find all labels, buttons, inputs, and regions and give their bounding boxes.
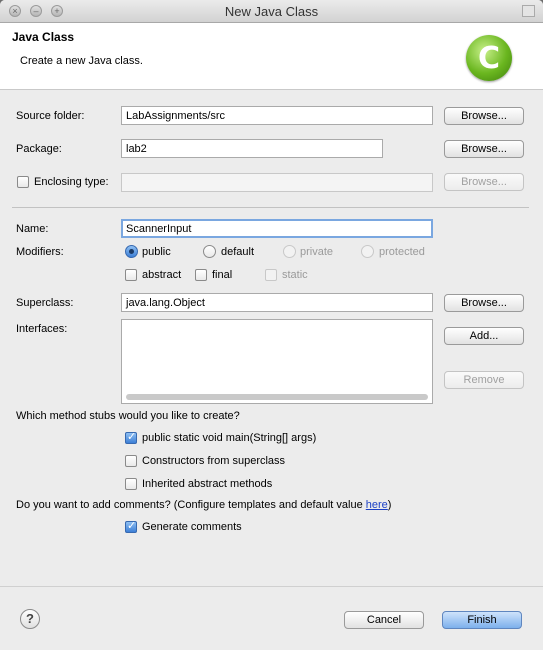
page-title: Java Class: [12, 30, 75, 44]
protected-radio[interactable]: [361, 245, 374, 258]
inherited-methods-checkbox[interactable]: [125, 478, 137, 490]
wizard-header: Java Class Create a new Java class. C: [0, 23, 543, 90]
title-bar: × – + New Java Class: [0, 0, 543, 23]
generate-comments-label: Generate comments: [142, 521, 242, 533]
source-folder-label: Source folder:: [16, 110, 85, 122]
package-label: Package:: [16, 143, 62, 155]
help-icon[interactable]: ?: [20, 609, 40, 629]
fullscreen-icon[interactable]: [522, 5, 535, 17]
method-stubs-question: Which method stubs would you like to cre…: [16, 410, 240, 422]
comments-question: Do you want to add comments? (Configure …: [16, 499, 392, 511]
interfaces-list[interactable]: [121, 319, 433, 404]
final-checkbox-label: final: [212, 269, 233, 281]
main-method-label: public static void main(String[] args): [142, 432, 317, 444]
abstract-checkbox[interactable]: [125, 269, 137, 281]
footer-separator: [0, 586, 543, 587]
inherited-methods-label: Inherited abstract methods: [142, 478, 273, 490]
separator: [12, 207, 529, 208]
interfaces-horizontal-scrollbar[interactable]: [126, 394, 428, 400]
public-radio[interactable]: [125, 245, 138, 258]
finish-button[interactable]: Finish: [442, 611, 522, 629]
private-radio[interactable]: [283, 245, 296, 258]
superclass-label: Superclass:: [16, 297, 74, 309]
modifiers-label: Modifiers:: [16, 246, 64, 258]
superclass-input[interactable]: java.lang.Object: [121, 293, 433, 312]
remove-interface-button[interactable]: Remove: [444, 371, 524, 389]
generate-comments-checkbox[interactable]: [125, 519, 137, 533]
source-folder-input[interactable]: LabAssignments/src: [121, 106, 433, 125]
default-radio[interactable]: [203, 245, 216, 258]
enclosing-type-label: Enclosing type:: [34, 176, 109, 188]
class-name-input[interactable]: ScannerInput: [121, 219, 433, 238]
interfaces-label: Interfaces:: [16, 323, 68, 335]
configure-templates-link[interactable]: here: [366, 499, 388, 511]
static-checkbox-label: static: [282, 269, 308, 281]
package-input[interactable]: lab2: [121, 139, 383, 158]
abstract-checkbox-label: abstract: [142, 269, 182, 281]
constructors-label: Constructors from superclass: [142, 455, 286, 467]
enclosing-type-checkbox[interactable]: [17, 176, 29, 188]
add-interface-button[interactable]: Add...: [444, 327, 524, 345]
dialog-window: × – + New Java Class Java Class Create a…: [0, 0, 543, 650]
page-description: Create a new Java class.: [20, 55, 143, 67]
public-radio-label: public: [142, 246, 171, 258]
cancel-button[interactable]: Cancel: [344, 611, 424, 629]
enclosing-type-input[interactable]: [121, 173, 433, 192]
static-checkbox[interactable]: [265, 269, 277, 281]
protected-radio-label: protected: [379, 246, 425, 258]
main-method-checkbox[interactable]: [125, 430, 137, 444]
name-label: Name:: [16, 223, 49, 235]
private-radio-label: private: [300, 246, 334, 258]
superclass-browse-button[interactable]: Browse...: [444, 294, 524, 312]
enclosing-type-browse-button[interactable]: Browse...: [444, 173, 524, 191]
source-folder-browse-button[interactable]: Browse...: [444, 107, 524, 125]
final-checkbox[interactable]: [195, 269, 207, 281]
window-title: New Java Class: [224, 4, 319, 19]
package-browse-button[interactable]: Browse...: [444, 140, 524, 158]
constructors-checkbox[interactable]: [125, 455, 137, 467]
java-class-logo-icon: C: [466, 35, 512, 81]
default-radio-label: default: [221, 246, 255, 258]
